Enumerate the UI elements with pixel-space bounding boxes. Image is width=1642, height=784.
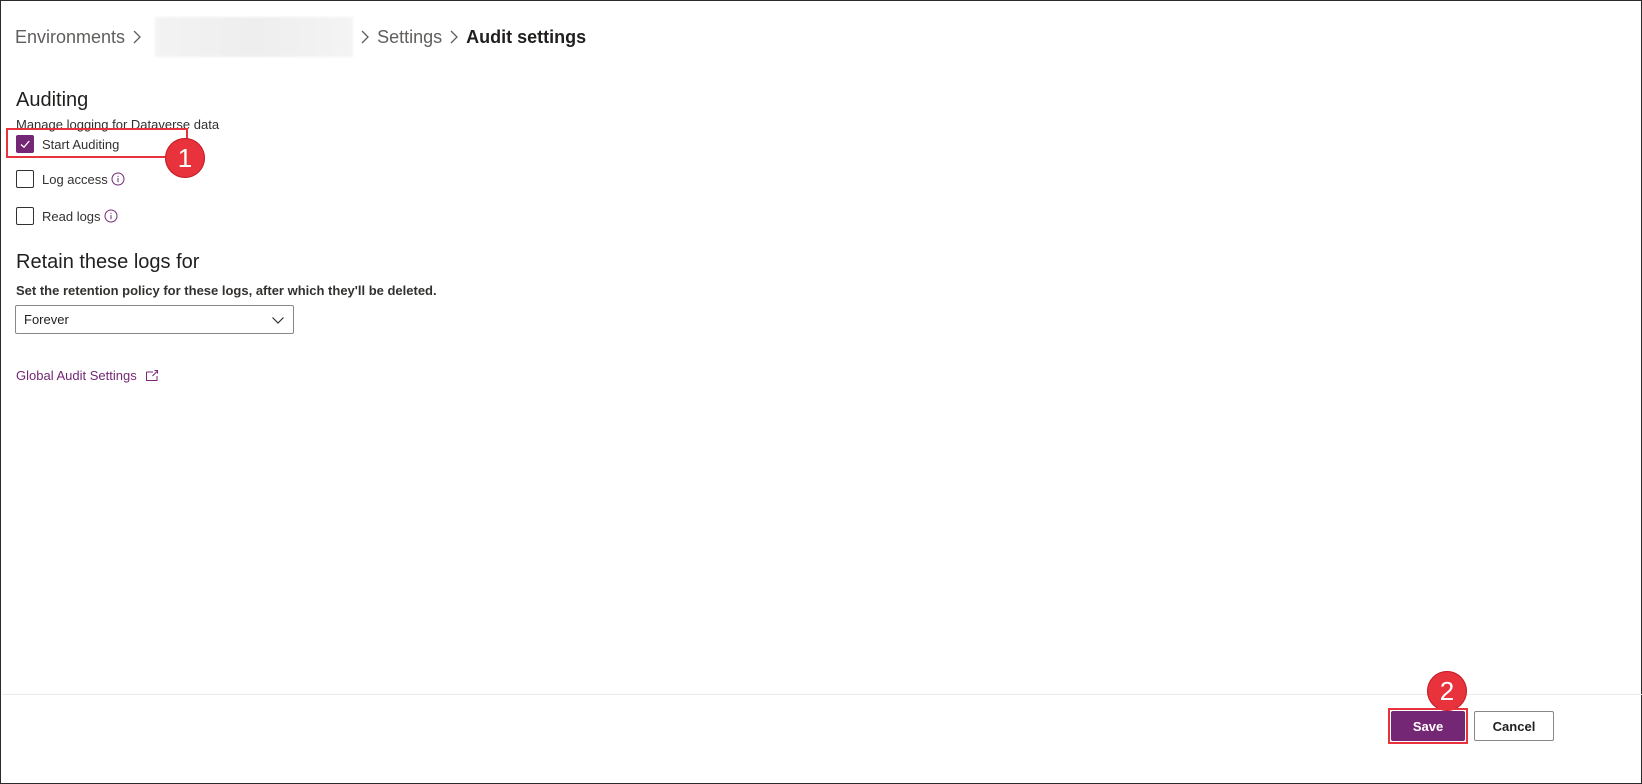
chevron-down-icon <box>272 317 284 324</box>
save-button[interactable]: Save <box>1391 711 1465 741</box>
checkbox-label: Log access <box>42 171 108 187</box>
checkbox-box[interactable] <box>16 170 34 188</box>
global-audit-settings-link[interactable]: Global Audit Settings <box>16 368 159 383</box>
checkbox-label: Read logs <box>42 208 101 224</box>
chevron-right-icon <box>442 27 466 47</box>
breadcrumb-settings[interactable]: Settings <box>377 27 442 48</box>
auditing-heading: Auditing <box>16 89 89 111</box>
info-icon[interactable] <box>111 172 125 186</box>
external-link-icon <box>145 369 159 383</box>
checkbox-label: Start Auditing <box>42 136 120 152</box>
breadcrumb: Environments Settings Audit settings <box>15 17 587 57</box>
checkbox-box[interactable] <box>16 207 34 225</box>
checkmark-icon <box>20 140 30 149</box>
auditing-description: Manage logging for Dataverse data <box>16 117 220 132</box>
chevron-right-icon <box>125 27 149 47</box>
breadcrumb-environment-name-redacted[interactable] <box>155 17 354 57</box>
checkbox-box[interactable] <box>16 135 34 153</box>
log-access-checkbox[interactable]: Log access <box>16 168 125 190</box>
audit-settings-page: Environments Settings Audit settings Aud… <box>0 0 1642 784</box>
global-audit-settings-label: Global Audit Settings <box>16 368 137 383</box>
breadcrumb-environments[interactable]: Environments <box>15 27 125 48</box>
read-logs-checkbox[interactable]: Read logs <box>16 205 118 227</box>
info-icon[interactable] <box>104 209 118 223</box>
annotation-step-badge-2: 2 <box>1427 671 1467 711</box>
chevron-right-icon <box>353 27 377 47</box>
retention-dropdown[interactable]: Forever <box>15 305 294 334</box>
annotation-step-badge-1: 1 <box>165 138 205 178</box>
retention-dropdown-value: Forever <box>24 312 69 327</box>
breadcrumb-current-page: Audit settings <box>466 26 587 47</box>
retention-heading: Retain these logs for <box>16 251 200 273</box>
retention-description: Set the retention policy for these logs,… <box>16 283 437 298</box>
start-auditing-checkbox[interactable]: Start Auditing <box>16 133 119 155</box>
cancel-button[interactable]: Cancel <box>1474 711 1554 741</box>
footer-divider <box>2 694 1642 695</box>
